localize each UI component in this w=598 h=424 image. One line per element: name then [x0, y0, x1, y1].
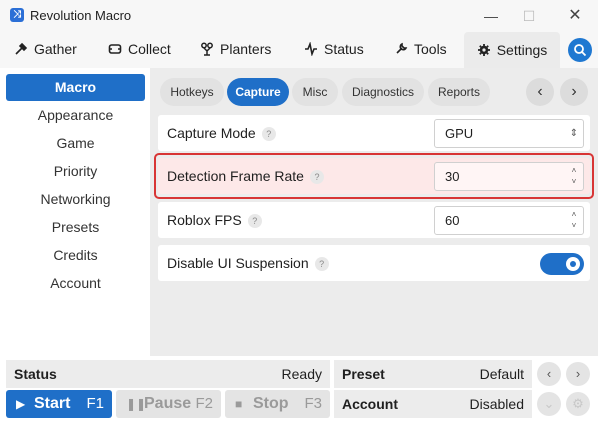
- setting-label: Capture Mode: [167, 125, 256, 141]
- tab-tools[interactable]: Tools: [388, 32, 453, 66]
- capture-mode-select[interactable]: GPU ⇕: [434, 119, 584, 148]
- bottom-bar: Status Ready Preset Default ‹ › ▶ Start …: [0, 356, 598, 424]
- tab-label: Status: [324, 41, 364, 57]
- subtab-diagnostics[interactable]: Diagnostics: [342, 78, 424, 106]
- chevron-right-icon: ›: [571, 83, 577, 100]
- sidebar-item-presets[interactable]: Presets: [6, 214, 145, 241]
- search-icon: [574, 44, 587, 57]
- preset-cell: Preset Default: [334, 360, 532, 388]
- sidebar-item-game[interactable]: Game: [6, 130, 145, 157]
- tab-collect[interactable]: Collect: [102, 32, 177, 66]
- help-icon[interactable]: ?: [261, 127, 276, 141]
- tab-gather[interactable]: Gather: [8, 32, 83, 66]
- stepper-down-icon[interactable]: ˅: [568, 220, 580, 231]
- chevron-left-icon: ‹: [537, 83, 543, 100]
- sidebar-item-appearance[interactable]: Appearance: [6, 102, 145, 129]
- pause-button[interactable]: ❚❚ Pause F2: [116, 390, 221, 418]
- maximize-icon[interactable]: ☐: [516, 4, 542, 28]
- subtab-next-button[interactable]: ›: [560, 78, 588, 106]
- status-icon: [305, 42, 317, 56]
- search-button[interactable]: [568, 38, 592, 62]
- start-label: Start: [34, 395, 71, 412]
- account-label: Account: [342, 396, 398, 412]
- sidebar-item-priority[interactable]: Priority: [6, 158, 145, 185]
- select-value: GPU: [445, 126, 474, 141]
- start-hotkey: F1: [86, 395, 104, 412]
- tab-label: Planters: [220, 41, 272, 57]
- tab-settings[interactable]: Settings: [464, 32, 560, 68]
- status-value: Ready: [281, 366, 322, 382]
- preset-prev-button[interactable]: ‹: [537, 362, 561, 386]
- preset-next-button[interactable]: ›: [566, 362, 590, 386]
- pause-hotkey: F2: [195, 395, 213, 412]
- minimize-icon[interactable]: —: [478, 4, 504, 28]
- chevron-down-icon: ⌄: [543, 396, 555, 411]
- toggle-knob: [566, 257, 580, 271]
- preset-value: Default: [479, 366, 524, 382]
- subtab-prev-button[interactable]: ‹: [526, 78, 554, 106]
- gather-icon: [15, 42, 28, 55]
- tab-planters[interactable]: Planters: [194, 32, 277, 66]
- account-settings-button[interactable]: ⚙: [566, 392, 590, 416]
- account-value: Disabled: [469, 396, 524, 412]
- stop-icon: ■: [235, 397, 243, 411]
- sidebar: Macro Appearance Game Priority Networkin…: [0, 68, 150, 356]
- status-cell: Status Ready: [6, 360, 330, 388]
- chevron-right-icon: ›: [575, 366, 581, 381]
- setting-row-disable-ui-suspension: Disable UI Suspension?: [158, 245, 590, 281]
- title-bar: ⤨ Revolution Macro — ☐ ✕: [0, 0, 598, 32]
- subtab-reports[interactable]: Reports: [428, 78, 490, 106]
- sidebar-item-credits[interactable]: Credits: [6, 242, 145, 269]
- app-logo-icon: ⤨: [10, 8, 24, 22]
- settings-panel: Hotkeys Capture Misc Diagnostics Reports…: [150, 68, 598, 356]
- planters-icon: [201, 42, 213, 56]
- setting-row-capture-mode: Capture Mode? GPU ⇕: [158, 115, 590, 151]
- collect-icon: [108, 44, 122, 54]
- close-icon[interactable]: ✕: [562, 4, 588, 28]
- number-stepper[interactable]: ˄ ˅: [568, 209, 580, 232]
- help-icon[interactable]: ?: [314, 257, 329, 271]
- sidebar-item-networking[interactable]: Networking: [6, 186, 145, 213]
- stop-button[interactable]: ■ Stop F3: [225, 390, 330, 418]
- setting-label: Disable UI Suspension: [167, 255, 309, 271]
- setting-row-roblox-fps: Roblox FPS? 60 ˄ ˅: [158, 202, 590, 238]
- tab-status[interactable]: Status: [298, 32, 370, 66]
- tab-label: Settings: [496, 42, 548, 58]
- stepper-up-icon[interactable]: ˄: [568, 209, 580, 220]
- status-label: Status: [14, 366, 57, 382]
- sidebar-item-macro[interactable]: Macro: [6, 74, 145, 101]
- play-icon: ▶: [16, 397, 26, 411]
- stop-label: Stop: [253, 395, 289, 412]
- tab-label: Gather: [34, 41, 77, 57]
- tools-icon: [396, 42, 408, 54]
- window-title: Revolution Macro: [30, 8, 132, 23]
- subtab-capture[interactable]: Capture: [227, 78, 289, 106]
- stop-hotkey: F3: [304, 395, 322, 412]
- account-dropdown-button[interactable]: ⌄: [537, 392, 561, 416]
- top-nav: Gather Collect Planters Status Tools Set…: [0, 32, 598, 68]
- setting-label: Roblox FPS: [167, 212, 242, 228]
- account-cell: Account Disabled: [334, 390, 532, 418]
- tab-label: Collect: [128, 41, 171, 57]
- subtab-misc[interactable]: Misc: [292, 78, 338, 106]
- roblox-fps-input[interactable]: 60 ˄ ˅: [434, 206, 584, 235]
- pause-label: Pause: [144, 395, 192, 412]
- preset-label: Preset: [342, 366, 385, 382]
- start-button[interactable]: ▶ Start F1: [6, 390, 112, 418]
- select-arrows-icon: ⇕: [569, 128, 579, 139]
- chevron-left-icon: ‹: [546, 366, 552, 381]
- input-value: 60: [445, 213, 460, 228]
- highlight-frame: [154, 153, 594, 199]
- gear-icon: ⚙: [572, 396, 584, 411]
- subtab-hotkeys[interactable]: Hotkeys: [160, 78, 224, 106]
- help-icon[interactable]: ?: [247, 214, 262, 228]
- disable-ui-suspension-toggle[interactable]: [540, 253, 584, 275]
- gear-icon: [477, 44, 490, 56]
- sidebar-item-account[interactable]: Account: [6, 270, 145, 297]
- tab-label: Tools: [414, 41, 447, 57]
